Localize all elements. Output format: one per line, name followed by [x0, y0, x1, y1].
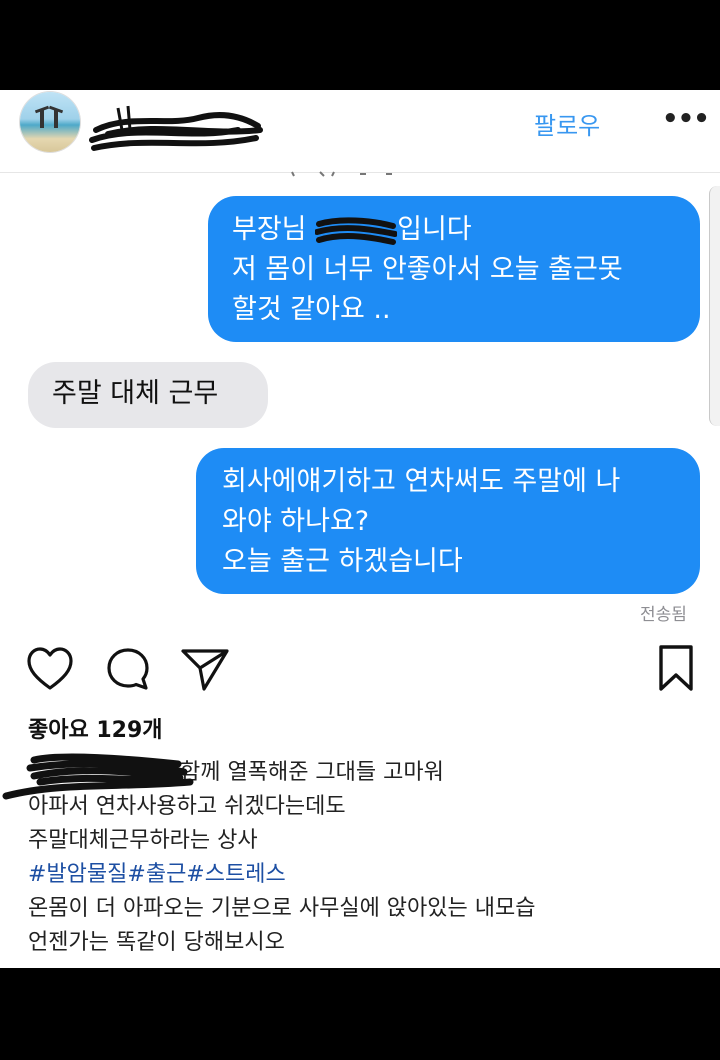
- redacted-name: [315, 216, 398, 245]
- outgoing-message-bubble: 회사에얘기하고 연차써도 주말에 나 와야 하나요? 오늘 출근 하겠습니다: [196, 448, 700, 594]
- message-text: 입니다: [397, 214, 472, 245]
- message-line: 오늘 출근 하겠습니다: [222, 546, 463, 577]
- share-icon[interactable]: [180, 646, 230, 692]
- message-text: 주말 대체 근무: [52, 378, 219, 409]
- bookmark-icon[interactable]: [656, 644, 696, 692]
- caption-line: 언젠가는 똑같이 당해보시오: [28, 930, 285, 955]
- caption-line: 온몸이 더 아파오는 기분으로 사무실에 앉아있는 내모습: [28, 896, 536, 921]
- delivered-status: 전송됨: [640, 605, 687, 625]
- message-text: 부장님: [232, 214, 307, 245]
- redacted-username: [89, 105, 263, 151]
- incoming-message-bubble: 주말 대체 근무: [28, 362, 268, 428]
- scroll-indicator[interactable]: [709, 186, 720, 426]
- caption-line: 주말대체근무하라는 상사: [28, 828, 258, 853]
- message-line: 할것 같아요 ..: [232, 294, 391, 325]
- avatar-figure: [40, 110, 44, 128]
- more-options-icon[interactable]: •••: [662, 104, 710, 134]
- hashtags[interactable]: #발암물질#출근#스트레스: [28, 858, 708, 892]
- message-line: 와야 하나요?: [222, 506, 370, 537]
- caption-text: 함께 열폭해준 그대들 고마워: [180, 760, 444, 785]
- message-line: 저 몸이 너무 안좋아서 오늘 출근못: [232, 254, 623, 285]
- message-line: 회사에얘기하고 연차써도 주말에 나: [222, 466, 621, 497]
- profile-avatar[interactable]: [20, 92, 80, 152]
- avatar-figure: [54, 110, 58, 128]
- message-line: 부장님 입니다: [232, 210, 676, 250]
- redacted-caption-username: [2, 753, 194, 800]
- comment-icon[interactable]: [104, 646, 152, 692]
- cropped-text-fragment: [291, 171, 392, 177]
- heart-icon[interactable]: [26, 646, 74, 692]
- like-count[interactable]: 좋아요 129개: [28, 712, 163, 744]
- outgoing-message-bubble: 부장님 입니다 저 몸이 너무 안좋아서 오늘 출근못 할것 같아요 ..: [208, 196, 700, 342]
- follow-button[interactable]: 팔로우: [534, 106, 600, 141]
